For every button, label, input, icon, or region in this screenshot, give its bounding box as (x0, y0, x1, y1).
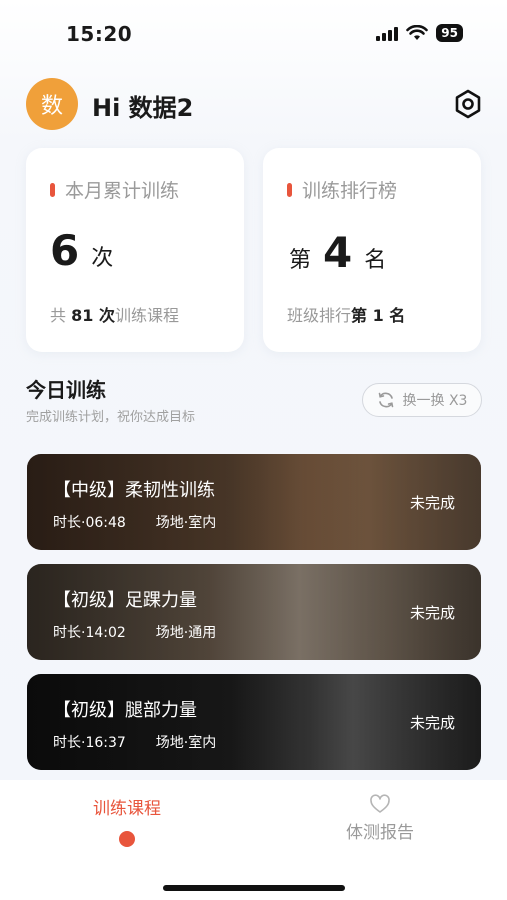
ranking-card[interactable]: 训练排行榜 第 4 名 班级排行第 1 名 (263, 148, 481, 352)
refresh-icon (378, 392, 393, 408)
ranking-value-row: 第 4 名 (289, 228, 386, 277)
course-duration: 时长·16:37 (53, 735, 126, 751)
accent-dot (287, 182, 292, 197)
tab-fitness-report[interactable]: 体测报告 (320, 794, 440, 843)
section-subtitle: 完成训练计划，祝你达成目标 (26, 410, 196, 425)
gear-icon (455, 89, 481, 119)
course-venue: 场地·通用 (155, 625, 217, 641)
course-meta: 时长·14:02 场地·通用 (53, 622, 216, 642)
swap-label: 换一换 X3 (402, 393, 468, 409)
status-time: 15:20 (66, 22, 133, 46)
course-status: 未完成 (409, 494, 455, 512)
monthly-count: 6 (50, 226, 80, 275)
monthly-title: 本月累计训练 (65, 180, 180, 202)
class-rank-label: 班级排行 (287, 306, 352, 325)
avatar[interactable]: 数 (26, 78, 78, 130)
home-indicator (163, 885, 345, 891)
foot-prefix: 共 (50, 306, 67, 325)
course-duration: 时长·14:02 (53, 625, 126, 641)
foot-suffix: 训练课程 (114, 306, 179, 325)
course-duration: 时长·06:48 (53, 515, 126, 531)
ranking-number: 4 (323, 228, 353, 277)
course-title: 【中级】柔韧性训练 (53, 480, 215, 501)
heart-icon (370, 794, 390, 813)
monthly-training-card[interactable]: 本月累计训练 6 次 共 81 次训练课程 (26, 148, 244, 352)
total-courses-count: 81 次 (71, 306, 115, 325)
course-meta: 时长·06:48 场地·室内 (53, 512, 216, 532)
wifi-icon (406, 25, 429, 40)
class-rank-value: 第 1 名 (351, 306, 406, 325)
status-icons: 95 (376, 24, 463, 42)
tab-bar: 训练课程 体测报告 (0, 780, 507, 900)
section-title: 今日训练 (26, 378, 106, 402)
status-bar: 15:20 95 (0, 0, 507, 64)
battery-icon: 95 (436, 24, 463, 42)
ranking-foot: 班级排行第 1 名 (287, 302, 405, 326)
tab-label: 训练课程 (93, 799, 161, 819)
card-title: 训练排行榜 (287, 176, 397, 203)
signal-icon (376, 25, 399, 41)
monthly-unit: 次 (91, 246, 114, 271)
course-status: 未完成 (409, 714, 455, 732)
monthly-foot: 共 81 次训练课程 (50, 302, 179, 326)
course-title: 【初级】腿部力量 (53, 700, 197, 721)
ranking-unit: 名 (364, 248, 387, 273)
course-meta: 时长·16:37 场地·室内 (53, 732, 216, 752)
course-card[interactable]: 【中级】柔韧性训练 时长·06:48 场地·室内 未完成 (27, 454, 481, 550)
active-tab-indicator (119, 831, 135, 847)
settings-button[interactable] (450, 86, 486, 122)
course-card[interactable]: 【初级】腿部力量 时长·16:37 场地·室内 未完成 (27, 674, 481, 770)
card-title: 本月累计训练 (50, 176, 179, 203)
course-venue: 场地·室内 (155, 515, 217, 531)
course-status: 未完成 (409, 604, 455, 622)
ranking-prefix: 第 (289, 248, 312, 273)
course-venue: 场地·室内 (155, 735, 217, 751)
course-title: 【初级】足踝力量 (53, 590, 197, 611)
swap-button[interactable]: 换一换 X3 (362, 383, 482, 417)
monthly-value-row: 6 次 (50, 226, 113, 275)
ranking-title: 训练排行榜 (302, 180, 398, 202)
tab-label: 体测报告 (346, 823, 414, 843)
course-card[interactable]: 【初级】足踝力量 时长·14:02 场地·通用 未完成 (27, 564, 481, 660)
accent-dot (50, 182, 55, 197)
tab-training-courses[interactable]: 训练课程 (72, 794, 182, 847)
header: 数 Hi 数据2 (0, 72, 507, 136)
greeting: Hi 数据2 (92, 94, 194, 122)
